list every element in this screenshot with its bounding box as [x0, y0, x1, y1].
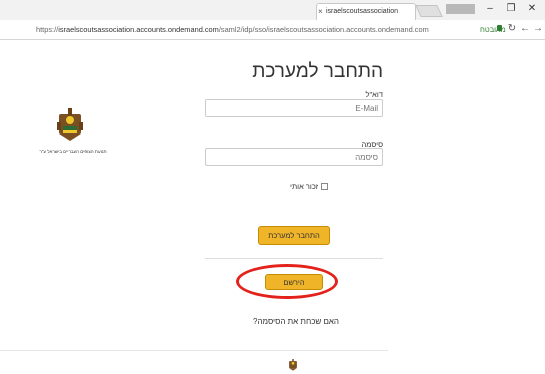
org-name: תנועת הצופים העבריים בישראל ע"ר — [39, 149, 107, 154]
browser-tab[interactable]: × israelscoutsassociation — [316, 3, 416, 20]
url-text[interactable]: https://israelscoutsassociation.accounts… — [36, 25, 429, 34]
url-host: israelscoutsassociation.accounts.ondeman… — [58, 25, 219, 34]
scouts-logo — [57, 108, 83, 141]
login-button[interactable]: התחבר למערכת — [258, 226, 330, 245]
remember-me[interactable]: זכור אותי — [290, 182, 329, 191]
footer-divider — [0, 350, 388, 351]
footer-logo — [289, 359, 297, 371]
highlight-circle — [236, 264, 338, 299]
profile-badge[interactable] — [446, 4, 475, 14]
remember-label: זכור אותי — [290, 182, 319, 191]
email-field[interactable] — [205, 99, 383, 117]
restore-icon[interactable]: ❐ — [503, 2, 519, 16]
lock-icon[interactable] — [497, 25, 502, 31]
tab-title: israelscoutsassociation — [326, 8, 398, 15]
forgot-password-link[interactable]: האם שכחת את הסיסמה? — [220, 317, 372, 326]
password-field[interactable] — [205, 148, 383, 166]
address-bar[interactable]: https://israelscoutsassociation.accounts… — [0, 20, 545, 40]
url-path: /saml2/idp/sso/israelscoutsassociation.a… — [218, 25, 429, 34]
reload-icon[interactable]: ↻ — [506, 23, 518, 35]
url-prefix: https:// — [36, 25, 59, 34]
email-label: דוא"ל — [365, 90, 383, 99]
new-tab-button[interactable] — [415, 5, 443, 17]
window-titlebar: × israelscoutsassociation – ❐ ✕ — [0, 0, 545, 20]
remember-checkbox[interactable] — [321, 183, 329, 190]
minimize-icon[interactable]: – — [482, 2, 498, 16]
close-tab-icon[interactable]: × — [318, 4, 323, 19]
close-window-icon[interactable]: ✕ — [524, 2, 540, 16]
page-title: התחבר למערכת — [252, 61, 383, 82]
back-icon[interactable]: ← — [519, 23, 531, 35]
divider — [205, 258, 383, 259]
forward-icon[interactable]: → — [532, 23, 544, 35]
